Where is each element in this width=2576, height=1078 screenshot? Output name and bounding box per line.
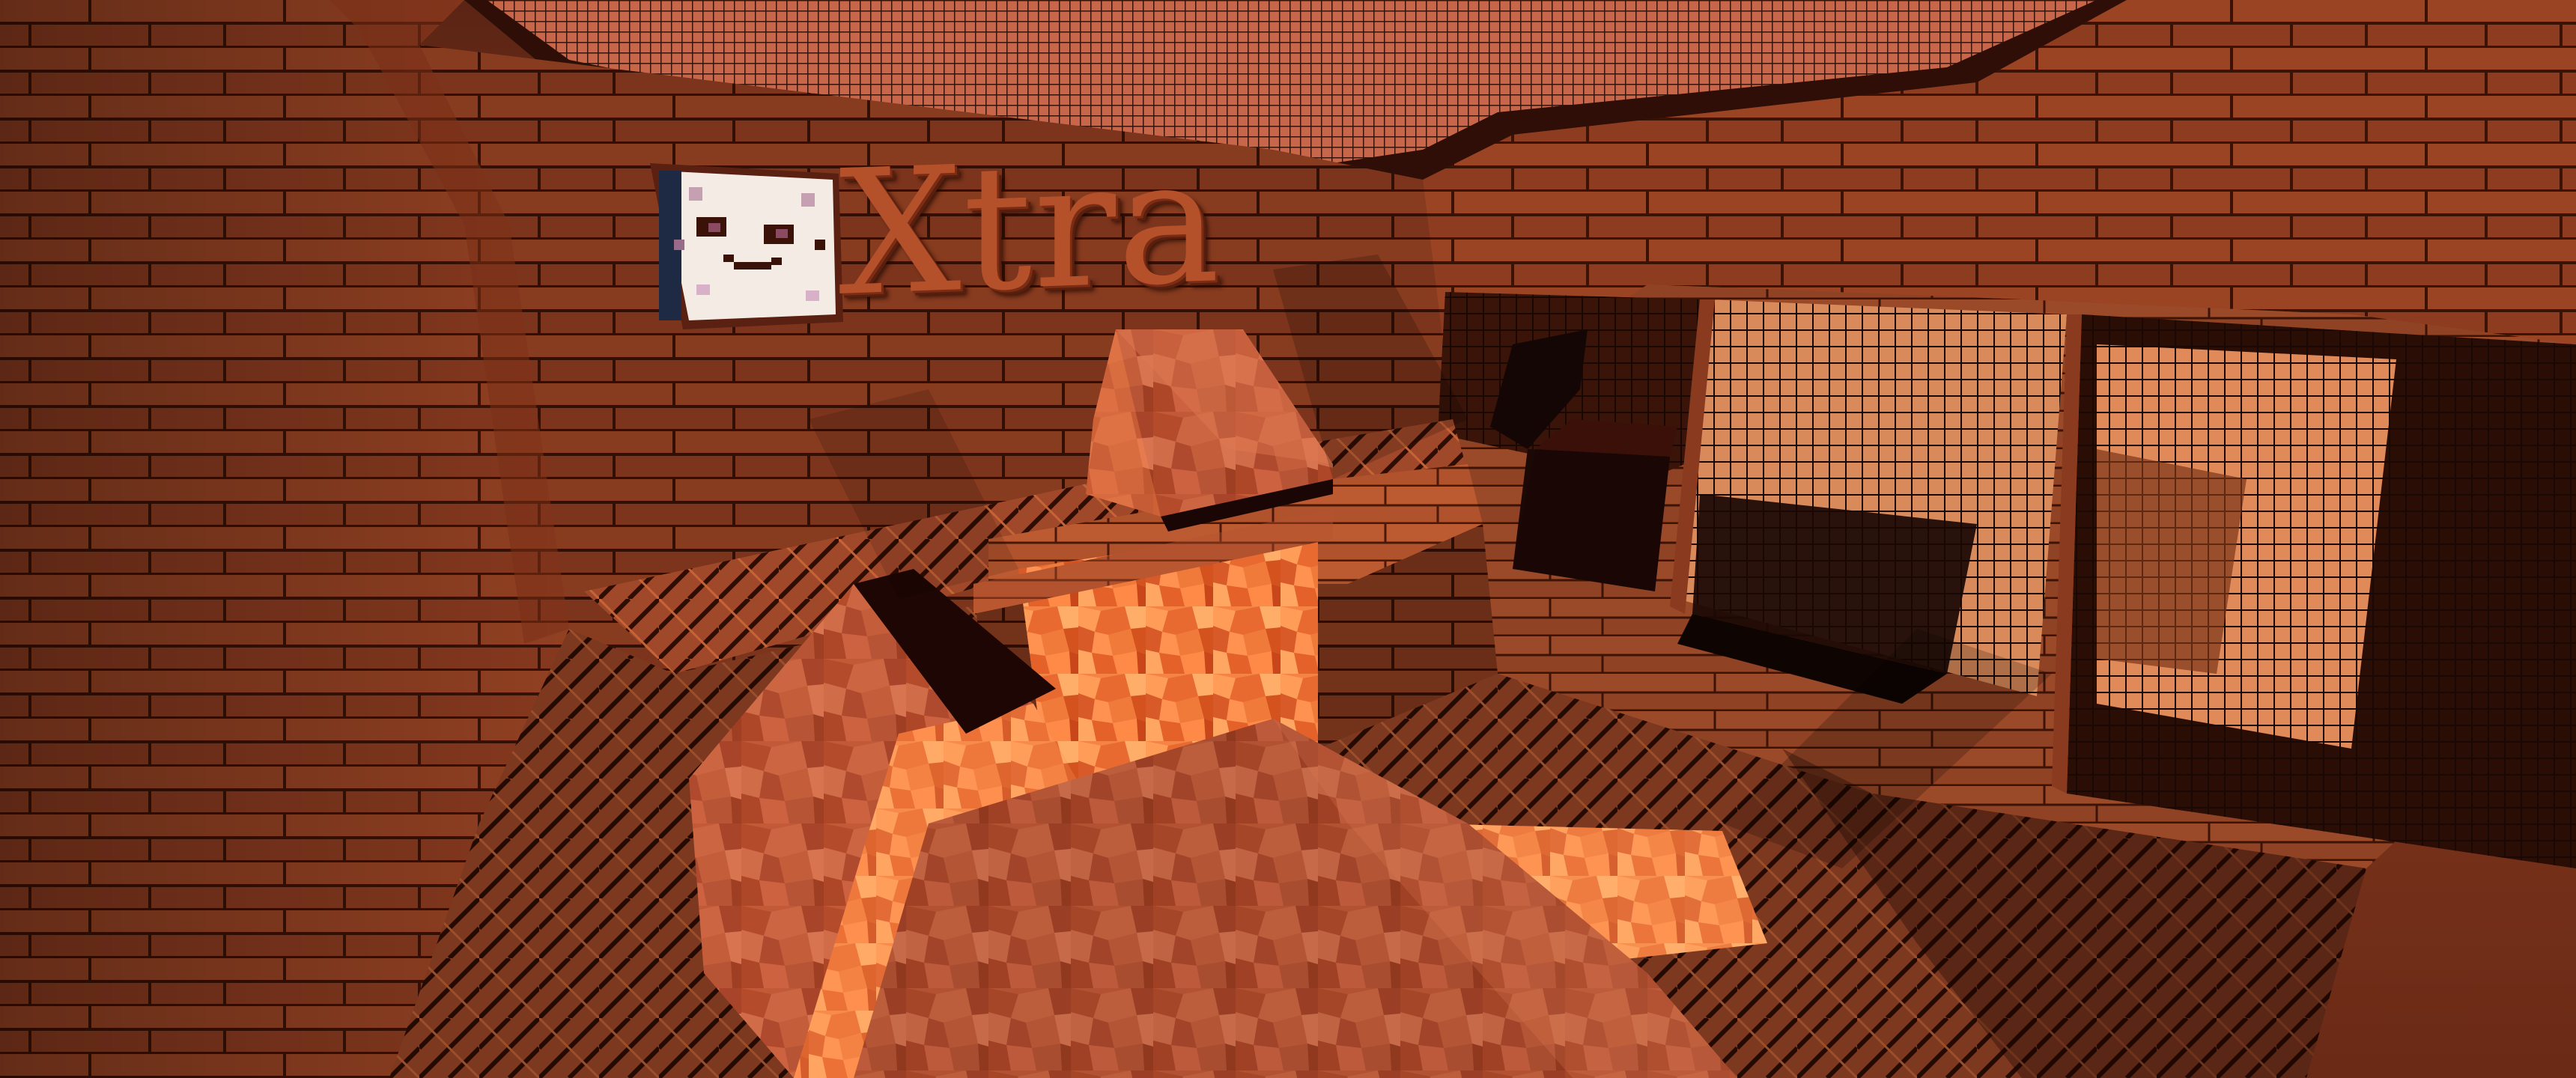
level-render — [0, 0, 2576, 1078]
game-viewport[interactable]: Xtra — [0, 0, 2576, 1078]
xtra-sign: Xtra — [839, 121, 1222, 335]
window-grate-middle — [1677, 299, 2067, 704]
window-grate-right — [2067, 314, 2576, 868]
pixel-cat-face-icon — [650, 163, 843, 329]
